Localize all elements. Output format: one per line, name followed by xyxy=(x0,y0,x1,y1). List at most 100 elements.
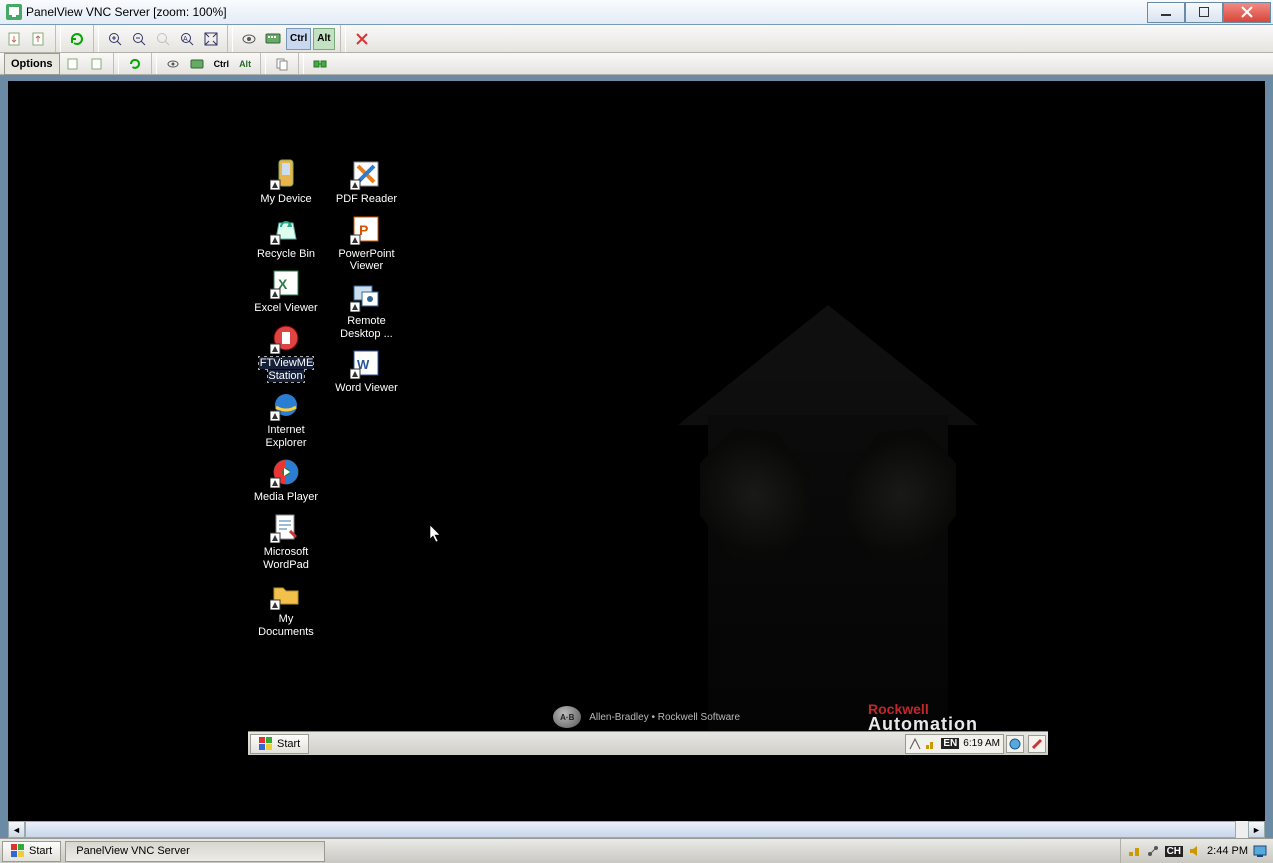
clipboard-receive-button-2[interactable] xyxy=(62,53,84,75)
excel-icon: X xyxy=(270,267,302,299)
tray-network-icon xyxy=(1127,844,1141,858)
desktop-icon-rdp[interactable]: Remote Desktop ... xyxy=(330,280,402,340)
cursor-icon xyxy=(430,525,442,543)
window-titlebar: PanelView VNC Server [zoom: 100%] xyxy=(0,0,1273,25)
tray-show-desktop-icon[interactable] xyxy=(1253,844,1267,858)
remote-start-label: Start xyxy=(277,738,300,750)
alt-toggle-button-2[interactable]: Alt xyxy=(235,53,255,75)
minimize-button[interactable] xyxy=(1147,2,1185,23)
zoom-auto-button[interactable]: A xyxy=(176,28,198,50)
rdp-icon xyxy=(350,280,382,312)
remote-aux-button-1[interactable] xyxy=(1006,735,1024,753)
ctrl-toggle-button-2[interactable]: Ctrl xyxy=(210,53,234,75)
desktop-icon-label: Microsoft WordPad xyxy=(263,546,309,571)
desktop-icon-recycle[interactable]: Recycle Bin xyxy=(250,213,322,261)
host-systray[interactable]: CH 2:44 PM xyxy=(1120,839,1273,863)
toolbar-secondary: Options Ctrl Alt xyxy=(0,53,1273,75)
desktop-icon-excel[interactable]: X Excel Viewer xyxy=(250,267,322,315)
desktop-icon-label: PowerPoint Viewer xyxy=(338,248,394,273)
wmp-icon xyxy=(270,456,302,488)
ctrl-toggle-button[interactable]: Ctrl xyxy=(286,28,311,50)
desktop-icon-label: Word Viewer xyxy=(335,382,398,394)
maximize-button[interactable] xyxy=(1185,2,1223,23)
desktop-icon-label: Remote Desktop ... xyxy=(340,315,393,340)
refresh-button-2[interactable] xyxy=(124,53,146,75)
zoom-100-button[interactable] xyxy=(152,28,174,50)
vnc-viewport[interactable]: A·B Allen-Bradley • Rockwell Software Ro… xyxy=(8,81,1265,821)
disconnect-button[interactable] xyxy=(351,28,373,50)
network-icon xyxy=(909,738,921,750)
desktop-icon-label: Media Player xyxy=(254,491,318,503)
desktop-icon-label: My Documents xyxy=(258,613,314,638)
pdf-icon xyxy=(350,158,382,190)
tray-link-icon xyxy=(1146,844,1160,858)
remote-start-button[interactable]: Start xyxy=(250,734,309,754)
remote-systray[interactable]: EN 6:19 AM xyxy=(905,734,1004,754)
fullscreen-button[interactable] xyxy=(200,28,222,50)
zoom-in-button[interactable] xyxy=(104,28,126,50)
folder-icon xyxy=(270,578,302,610)
view-only-button[interactable] xyxy=(238,28,260,50)
svg-text:A: A xyxy=(183,36,188,43)
word-icon: W xyxy=(350,347,382,379)
scroll-left-button[interactable]: ◄ xyxy=(8,821,25,838)
ftview-icon xyxy=(270,322,302,354)
host-clock: 2:44 PM xyxy=(1207,845,1248,857)
transfer-button[interactable] xyxy=(309,53,331,75)
horizontal-scrollbar[interactable]: ◄ ► xyxy=(8,821,1265,838)
desktop-icon-label: PDF Reader xyxy=(336,193,397,205)
clipboard-send-button[interactable] xyxy=(28,28,50,50)
taskbar-app-button[interactable]: PanelView VNC Server xyxy=(65,841,325,862)
desktop-icon-label: My Device xyxy=(260,193,311,205)
view-only-button-2[interactable] xyxy=(162,53,184,75)
connection-icon xyxy=(925,738,937,750)
wallpaper-brand: A·B Allen-Bradley • Rockwell Software Ro… xyxy=(553,703,978,732)
recycle-icon xyxy=(270,213,302,245)
vnc-icon xyxy=(6,4,22,20)
window-title: PanelView VNC Server [zoom: 100%] xyxy=(26,5,1147,19)
desktop-icon-label: Internet Explorer xyxy=(266,424,307,449)
desktop-icon-label: FTViewME Station xyxy=(259,357,314,382)
device-icon xyxy=(270,158,302,190)
remote-clock: 6:19 AM xyxy=(963,738,1000,749)
desktop-icon-ppt[interactable]: P PowerPoint Viewer xyxy=(330,213,402,273)
options-button[interactable]: Options xyxy=(4,53,60,75)
desktop-icon-label: Recycle Bin xyxy=(257,248,315,260)
ppt-icon: P xyxy=(350,213,382,245)
send-cad-button-2[interactable] xyxy=(186,53,208,75)
toolbar-main: A Ctrl Alt xyxy=(0,25,1273,53)
clipboard-receive-button[interactable] xyxy=(4,28,26,50)
desktop-icon-pdf[interactable]: PDF Reader xyxy=(330,158,402,206)
desktop-icon-label: Excel Viewer xyxy=(254,302,317,314)
zoom-out-button[interactable] xyxy=(128,28,150,50)
scroll-track[interactable] xyxy=(25,821,1248,838)
desktop-icon-word[interactable]: W Word Viewer xyxy=(330,347,402,395)
desktop-icon-ie[interactable]: Internet Explorer xyxy=(250,389,322,449)
remote-aux-button-2[interactable] xyxy=(1028,735,1046,753)
desktop-icons: My Device Recycle Bin X Excel Viewer FTViewM… xyxy=(250,157,410,645)
scroll-right-button[interactable]: ► xyxy=(1248,821,1265,838)
remote-desktop[interactable]: A·B Allen-Bradley • Rockwell Software Ro… xyxy=(248,155,1048,755)
host-start-button[interactable]: Start xyxy=(2,841,61,862)
windows-flag-icon xyxy=(259,737,273,751)
refresh-button[interactable] xyxy=(66,28,88,50)
close-button[interactable] xyxy=(1223,2,1271,23)
desktop-icon-ftview[interactable]: FTViewME Station xyxy=(250,322,322,382)
desktop-icon-folder[interactable]: My Documents xyxy=(250,578,322,638)
desktop-icon-wmp[interactable]: Media Player xyxy=(250,456,322,504)
alt-toggle-button[interactable]: Alt xyxy=(313,28,334,50)
ie-icon xyxy=(270,389,302,421)
clipboard-send-button-2[interactable] xyxy=(86,53,108,75)
host-lang-badge[interactable]: CH xyxy=(1165,846,1183,857)
desktop-icon-device[interactable]: My Device xyxy=(250,158,322,206)
copy-button[interactable] xyxy=(271,53,293,75)
send-cad-button[interactable] xyxy=(262,28,284,50)
wallpaper-clocktower xyxy=(678,305,978,735)
tray-volume-icon xyxy=(1188,844,1202,858)
scroll-thumb[interactable] xyxy=(25,821,1236,838)
remote-lang-badge[interactable]: EN xyxy=(941,738,959,749)
remote-taskbar: Start EN 6:19 AM xyxy=(248,731,1048,755)
host-taskbar: Start PanelView VNC Server CH 2:44 PM xyxy=(0,838,1273,863)
host-start-label: Start xyxy=(29,845,52,857)
desktop-icon-wordpad[interactable]: Microsoft WordPad xyxy=(250,511,322,571)
